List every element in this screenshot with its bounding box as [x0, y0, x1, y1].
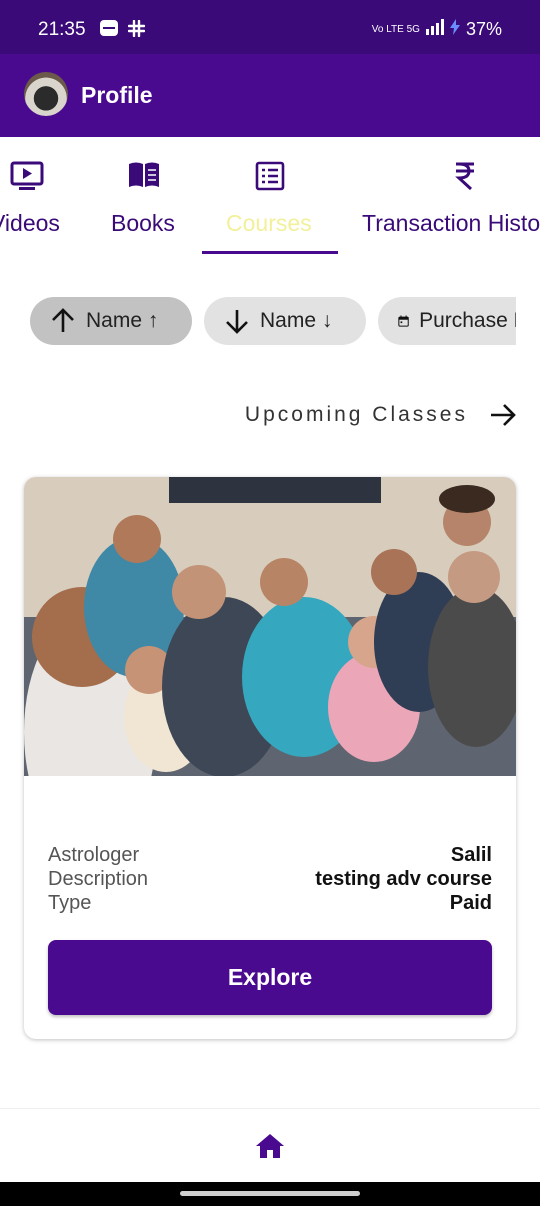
bottom-navigation — [0, 1108, 540, 1183]
sort-purchase-date-chip[interactable]: Purchase Date — [378, 297, 516, 345]
arrow-down-icon — [226, 310, 248, 334]
active-tab-indicator — [202, 251, 338, 254]
sort-chip-row: Name ↑ Name ↓ Purchase Date — [30, 297, 516, 345]
app-bar: Profile — [0, 54, 540, 137]
status-time: 21:35 — [38, 19, 86, 40]
charging-bolt-icon — [449, 19, 460, 40]
page-title: Profile — [81, 82, 153, 108]
chip-label: Name ↑ — [86, 309, 159, 332]
description-row: Description testing adv course — [48, 868, 492, 892]
status-bar: 21:35 Vo LTE 5G 37% — [0, 0, 540, 54]
row-label: Astrologer — [48, 844, 140, 866]
chip-label: Purchase Date — [419, 309, 516, 332]
tab-label: Books — [111, 210, 175, 236]
row-value: testing adv course — [315, 868, 492, 890]
sort-name-asc-chip[interactable]: Name ↑ — [30, 297, 192, 345]
arrow-up-icon — [52, 308, 74, 332]
sort-name-desc-chip[interactable]: Name ↓ — [204, 297, 366, 345]
row-label: Type — [48, 892, 92, 914]
arrow-right-icon[interactable] — [489, 402, 517, 433]
system-gesture-bar — [0, 1182, 540, 1206]
astrologer-row: Astrologer Salil — [48, 844, 492, 868]
status-right: Vo LTE 5G 37% — [372, 19, 502, 40]
row-value: Salil — [450, 844, 492, 866]
open-book-icon — [127, 161, 161, 194]
course-card[interactable]: Astrologer Salil Description testing adv… — [24, 477, 516, 1039]
avatar[interactable] — [24, 72, 68, 116]
tab-bar: Videos Books Courses Transaction History — [0, 137, 540, 257]
battery-percent: 37% — [465, 19, 502, 39]
tab-books[interactable]: Books — [111, 137, 181, 255]
gesture-handle[interactable] — [180, 1191, 360, 1196]
list-icon — [255, 161, 285, 196]
calendar-icon — [398, 315, 409, 327]
course-image — [24, 477, 516, 776]
chip-label: Name ↓ — [260, 309, 333, 332]
upcoming-classes-link[interactable]: Upcoming Classes — [245, 403, 468, 427]
tab-label: Courses — [226, 210, 312, 236]
home-icon[interactable] — [255, 1133, 285, 1164]
rupee-icon — [454, 161, 476, 196]
tab-videos[interactable]: Videos — [0, 137, 90, 255]
signal-icon — [425, 19, 444, 40]
tab-transaction-history[interactable]: Transaction History — [362, 137, 540, 255]
type-row: Type Paid — [48, 892, 492, 916]
tab-label: Transaction History — [362, 210, 540, 236]
network-label: Vo LTE 5G — [371, 24, 420, 35]
slack-icon — [127, 19, 146, 42]
row-label: Description — [48, 868, 149, 890]
explore-button[interactable]: Explore — [48, 940, 492, 1015]
tab-label: Videos — [0, 210, 60, 236]
video-player-icon — [10, 161, 44, 196]
tab-courses[interactable]: Courses — [202, 137, 338, 255]
row-value: Paid — [449, 892, 492, 914]
app-notification-icon — [100, 20, 118, 41]
